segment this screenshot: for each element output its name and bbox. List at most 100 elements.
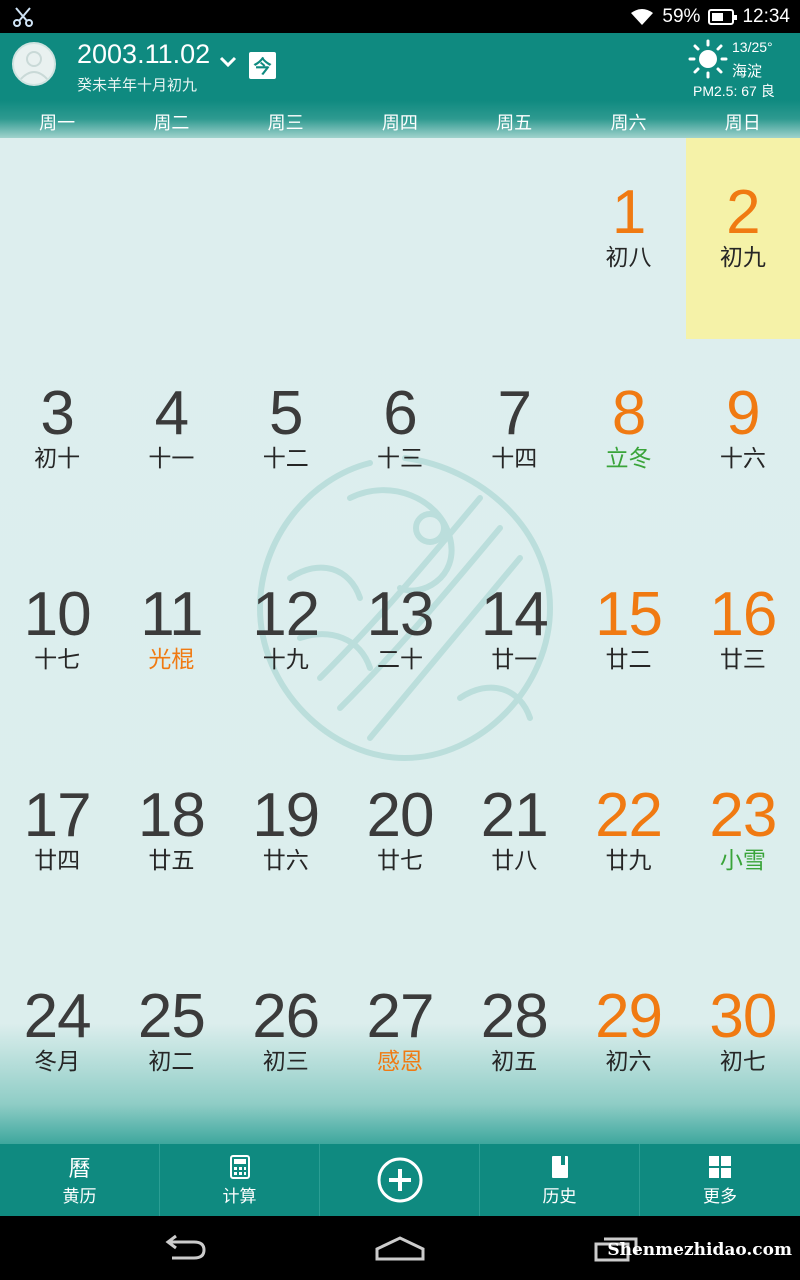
lunar-label: 廿二 xyxy=(605,647,652,673)
lunar-label: 十七 xyxy=(34,647,81,673)
day-cell[interactable]: 8 立冬 xyxy=(571,339,685,540)
back-icon[interactable] xyxy=(160,1234,208,1262)
day-cell[interactable]: 16 廿三 xyxy=(686,540,800,741)
lunar-label: 二十 xyxy=(376,647,423,673)
lunar-date: 癸未羊年十月初九 xyxy=(77,76,198,94)
chevron-down-icon[interactable] xyxy=(218,55,238,69)
lunar-label: 廿九 xyxy=(605,848,652,874)
day-number: 23 xyxy=(709,781,777,850)
lunar-label: 廿六 xyxy=(262,848,309,874)
tab-almanac[interactable]: 曆 黄历 xyxy=(0,1144,160,1216)
lunar-label: 廿五 xyxy=(148,848,195,874)
day-number: 12 xyxy=(252,580,320,649)
lunar-label: 初八 xyxy=(605,245,652,271)
day-cell[interactable]: 23 小雪 xyxy=(686,741,800,942)
weather-location: 海淀 xyxy=(732,62,763,80)
user-icon xyxy=(19,51,49,81)
day-cell[interactable]: 27 感恩 xyxy=(343,942,457,1143)
day-number: 21 xyxy=(480,781,549,850)
wifi-icon xyxy=(631,8,654,25)
lunar-label: 小雪 xyxy=(719,848,766,874)
today-button[interactable]: 今 xyxy=(249,52,276,79)
lunar-label: 十九 xyxy=(262,647,309,673)
almanac-icon: 曆 xyxy=(68,1156,91,1182)
lunar-label: 十二 xyxy=(262,446,309,472)
day-cell[interactable]: 14 廿一 xyxy=(457,540,571,741)
day-cell[interactable]: 1 初八 xyxy=(571,138,685,339)
day-cell[interactable]: 18 廿五 xyxy=(114,741,228,942)
day-cell[interactable]: 22 廿九 xyxy=(571,741,685,942)
current-date[interactable]: 2003.11.02 xyxy=(77,39,210,70)
tab-more[interactable]: 更多 xyxy=(640,1144,800,1216)
day-cell[interactable]: 29 初六 xyxy=(571,942,685,1143)
day-cell[interactable]: 26 初三 xyxy=(229,942,343,1143)
day-number: 9 xyxy=(726,379,760,448)
day-number: 25 xyxy=(137,982,206,1051)
calculator-icon xyxy=(229,1154,250,1179)
clock: 12:34 xyxy=(742,5,790,27)
weather-pm25: PM2.5: 67 良 xyxy=(693,83,775,99)
tab-history[interactable]: 历史 xyxy=(480,1144,640,1216)
day-cell[interactable]: 15 廿二 xyxy=(571,540,685,741)
day-cell[interactable]: 17 廿四 xyxy=(0,741,114,942)
day-number: 7 xyxy=(497,379,532,448)
bottom-tab-bar: 曆 黄历 计算 历史 更多 xyxy=(0,1144,800,1216)
day-number: 27 xyxy=(366,982,434,1051)
day-number: 2 xyxy=(726,178,760,247)
day-cell[interactable]: 11 光棍 xyxy=(114,540,228,741)
day-number: 3 xyxy=(40,379,74,448)
lunar-label: 廿一 xyxy=(491,647,538,673)
avatar[interactable] xyxy=(12,42,56,86)
tab-label: 更多 xyxy=(703,1186,737,1207)
lunar-label: 初二 xyxy=(148,1049,195,1075)
day-number: 18 xyxy=(137,781,206,850)
day-number: 8 xyxy=(611,379,646,448)
day-number: 5 xyxy=(268,379,303,448)
home-icon[interactable] xyxy=(374,1234,426,1262)
lunar-label: 初三 xyxy=(262,1049,309,1075)
day-number: 30 xyxy=(709,982,777,1051)
day-cell[interactable]: 25 初二 xyxy=(114,942,228,1143)
day-cell[interactable]: 13 二十 xyxy=(343,540,457,741)
lunar-label: 立冬 xyxy=(605,446,652,472)
lunar-label: 初九 xyxy=(719,245,766,271)
day-number: 20 xyxy=(366,781,434,850)
day-cell[interactable]: 4 十一 xyxy=(114,339,228,540)
lunar-label: 十三 xyxy=(376,446,423,472)
day-number: 15 xyxy=(595,580,663,649)
add-event-button[interactable] xyxy=(320,1144,480,1216)
day-number: 11 xyxy=(140,580,203,649)
day-cell[interactable]: 30 初七 xyxy=(686,942,800,1143)
lunar-label: 初五 xyxy=(491,1049,538,1075)
lunar-label: 廿三 xyxy=(719,647,766,673)
lunar-label: 初六 xyxy=(605,1049,652,1075)
day-cell[interactable]: 9 十六 xyxy=(686,339,800,540)
lunar-label: 廿七 xyxy=(376,848,423,874)
day-cell[interactable]: 20 廿七 xyxy=(343,741,457,942)
day-cell[interactable]: 21 廿八 xyxy=(457,741,571,942)
lunar-label: 十六 xyxy=(719,446,766,472)
day-number: 24 xyxy=(23,982,92,1051)
day-cell[interactable]: 12 十九 xyxy=(229,540,343,741)
day-number: 6 xyxy=(383,379,417,448)
battery-percent: 59% xyxy=(662,5,701,27)
day-number: 22 xyxy=(595,781,663,850)
lunar-label: 廿四 xyxy=(34,848,81,874)
day-number: 26 xyxy=(252,982,320,1051)
scissors-icon xyxy=(13,7,33,27)
day-cell[interactable]: 6 十三 xyxy=(343,339,457,540)
tab-label: 黄历 xyxy=(62,1186,97,1207)
day-cell[interactable]: 2 初九 xyxy=(685,138,800,339)
tab-calculator[interactable]: 计算 xyxy=(160,1144,320,1216)
book-icon xyxy=(551,1155,568,1178)
day-cell[interactable]: 24 冬月 xyxy=(0,942,114,1143)
day-cell[interactable]: 3 初十 xyxy=(0,339,114,540)
day-cell[interactable]: 19 廿六 xyxy=(229,741,343,942)
day-cell[interactable]: 10 十七 xyxy=(0,540,114,741)
sunny-icon xyxy=(688,39,728,79)
day-cell[interactable]: 28 初五 xyxy=(457,942,571,1143)
day-cell[interactable]: 7 十四 xyxy=(457,339,571,540)
day-number: 13 xyxy=(366,580,434,649)
tab-label: 历史 xyxy=(542,1186,577,1207)
day-cell[interactable]: 5 十二 xyxy=(229,339,343,540)
